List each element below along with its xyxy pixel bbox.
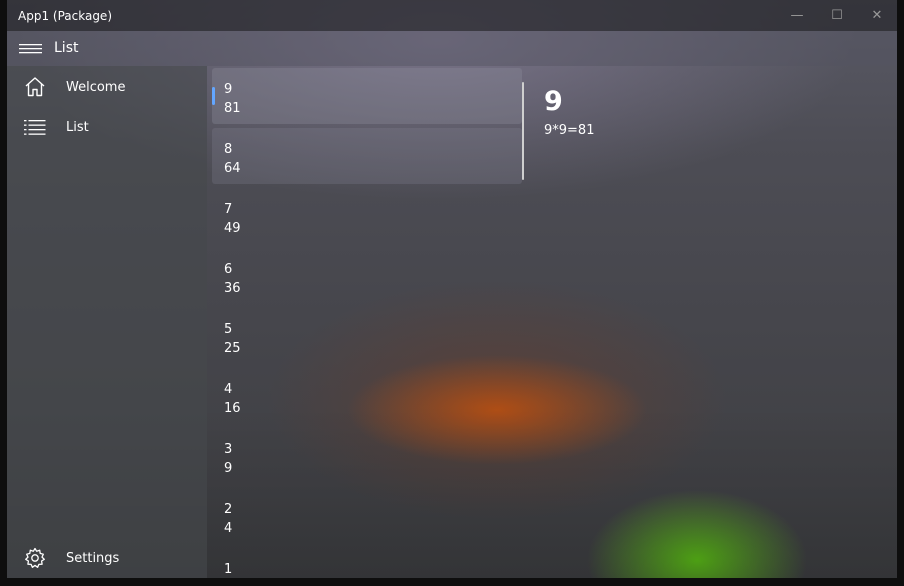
item-square: 81: [224, 101, 241, 116]
item-square: 16: [224, 401, 241, 416]
nav-item-settings[interactable]: Settings: [7, 538, 207, 578]
item-number: 4: [224, 382, 233, 397]
item-number: 1: [224, 562, 233, 577]
item-number: 9: [224, 82, 233, 97]
nav-item-label: Settings: [66, 551, 120, 566]
nav-item-label: Welcome: [66, 80, 126, 95]
item-square: 36: [224, 281, 241, 296]
home-icon: [25, 77, 45, 97]
window-title: App1 (Package): [18, 9, 112, 23]
hamburger-menu-button[interactable]: [13, 34, 49, 64]
item-number: 6: [224, 262, 233, 277]
list-item[interactable]: 8 64: [212, 128, 522, 184]
item-square: 64: [224, 161, 241, 176]
item-square: 4: [224, 521, 233, 536]
app-window: App1 (Package) — ☐ ✕ List Welcome List S…: [7, 0, 897, 578]
list-item[interactable]: 7 49: [212, 188, 522, 244]
detail-formula: 9*9=81: [544, 123, 595, 138]
item-number: 8: [224, 142, 233, 157]
item-square: 9: [224, 461, 233, 476]
list-scrollbar[interactable]: [522, 82, 524, 180]
master-list: 9 81 8 64 7 49 6 36 5 25 4 16 3 9 2 4 1: [207, 66, 527, 578]
list-item[interactable]: 1: [212, 548, 522, 578]
detail-title: 9: [544, 86, 563, 117]
navigation-pane: Welcome List Settings: [7, 66, 207, 578]
nav-item-label: List: [66, 120, 89, 135]
item-number: 5: [224, 322, 233, 337]
title-bar[interactable]: App1 (Package) — ☐ ✕: [7, 0, 897, 31]
list-item[interactable]: 9 81: [212, 68, 522, 124]
selection-indicator: [212, 87, 215, 105]
item-number: 7: [224, 202, 233, 217]
item-square: 49: [224, 221, 241, 236]
list-item[interactable]: 5 25: [212, 308, 522, 364]
list-item[interactable]: 6 36: [212, 248, 522, 304]
item-number: 2: [224, 502, 233, 517]
app-header: List: [7, 31, 897, 66]
nav-item-welcome[interactable]: Welcome: [7, 67, 207, 107]
nav-item-list[interactable]: List: [7, 107, 207, 147]
minimize-button[interactable]: —: [777, 0, 817, 31]
list-item[interactable]: 3 9: [212, 428, 522, 484]
page-title: List: [54, 40, 79, 56]
list-icon: [24, 120, 46, 135]
close-button[interactable]: ✕: [857, 0, 897, 31]
list-item[interactable]: 2 4: [212, 488, 522, 544]
detail-pane: 9 9*9=81: [527, 66, 897, 578]
gear-icon: [25, 547, 45, 568]
item-square: 25: [224, 341, 241, 356]
hamburger-icon: [19, 44, 42, 54]
list-item[interactable]: 4 16: [212, 368, 522, 424]
item-number: 3: [224, 442, 233, 457]
maximize-button[interactable]: ☐: [817, 0, 857, 31]
